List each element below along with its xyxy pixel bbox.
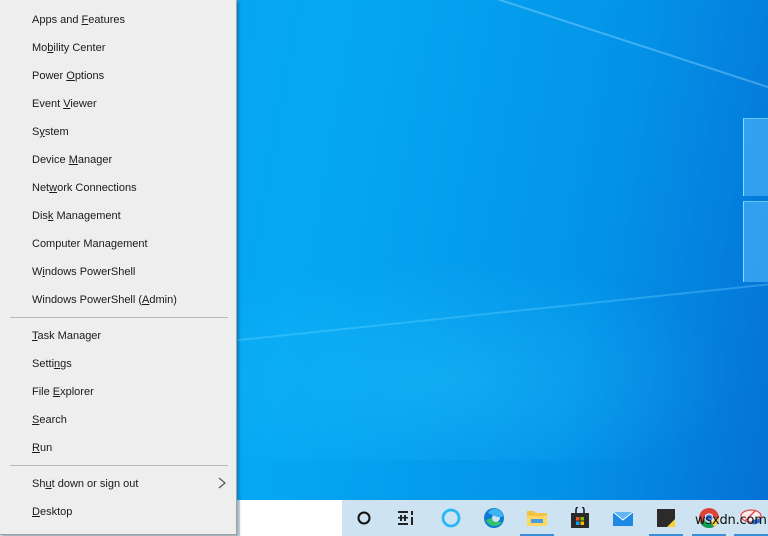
menu-separator xyxy=(10,465,228,466)
menu-item-label: Desktop xyxy=(32,506,73,518)
cortana-circle-icon[interactable] xyxy=(343,500,385,536)
menu-item-label: Settings xyxy=(32,358,72,370)
menu-item-system[interactable]: System xyxy=(0,118,236,146)
sticky-notes-icon[interactable] xyxy=(645,500,687,536)
menu-item-label: Disk Management xyxy=(32,210,121,222)
wallpaper-light-beam xyxy=(379,0,768,179)
menu-item-power-options[interactable]: Power Options xyxy=(0,62,236,90)
menu-item-label: Computer Management xyxy=(32,238,148,250)
windows-logo-pane xyxy=(743,118,768,196)
menu-item-label: Windows PowerShell xyxy=(32,266,136,278)
menu-item-label: Run xyxy=(32,442,53,454)
power-user-context-menu: Apps and Features Mobility Center Power Op… xyxy=(0,0,237,535)
menu-item-computer-management[interactable]: Computer Management xyxy=(0,230,236,258)
menu-item-device-manager[interactable]: Device Manager xyxy=(0,146,236,174)
menu-item-label: Power Options xyxy=(32,70,105,82)
menu-item-label: Network Connections xyxy=(32,182,137,194)
menu-item-label: Device Manager xyxy=(32,154,113,166)
menu-item-file-explorer[interactable]: File Explorer xyxy=(0,378,236,406)
file-explorer-icon[interactable] xyxy=(516,500,558,536)
wallpaper-glow xyxy=(240,260,740,460)
taskbar-search-box[interactable] xyxy=(240,500,342,536)
menu-item-task-manager[interactable]: Task Manager xyxy=(0,322,236,350)
menu-item-label: Shut down or sign out xyxy=(32,478,139,490)
microsoft-store-icon[interactable] xyxy=(559,500,601,536)
edge-icon[interactable] xyxy=(473,500,515,536)
menu-item-label: Task Manager xyxy=(32,330,102,342)
mail-icon[interactable] xyxy=(602,500,644,536)
windows-logo-wallpaper xyxy=(743,115,768,285)
windows-logo-pane xyxy=(743,201,768,282)
menu-item-apps-and-features[interactable]: Apps and Features xyxy=(0,6,236,34)
task-view-icon[interactable] xyxy=(385,500,427,536)
menu-item-disk-management[interactable]: Disk Management xyxy=(0,202,236,230)
menu-item-label: Event Viewer xyxy=(32,98,97,110)
menu-item-search[interactable]: Search xyxy=(0,406,236,434)
menu-item-label: Windows PowerShell (Admin) xyxy=(32,294,177,306)
chevron-right-icon xyxy=(216,476,228,490)
menu-item-settings[interactable]: Settings xyxy=(0,350,236,378)
menu-item-label: Mobility Center xyxy=(32,42,106,54)
cortana-app-icon[interactable] xyxy=(430,500,472,536)
menu-item-label: System xyxy=(32,126,69,138)
menu-item-network-connections[interactable]: Network Connections xyxy=(0,174,236,202)
menu-item-run[interactable]: Run xyxy=(0,434,236,462)
menu-item-mobility-center[interactable]: Mobility Center xyxy=(0,34,236,62)
menu-item-label: Search xyxy=(32,414,67,426)
menu-item-desktop[interactable]: Desktop xyxy=(0,498,236,526)
menu-item-label: Apps and Features xyxy=(32,14,125,26)
menu-item-event-viewer[interactable]: Event Viewer xyxy=(0,90,236,118)
menu-item-shut-down-or-sign-out[interactable]: Shut down or sign out xyxy=(0,470,236,498)
menu-item-windows-powershell[interactable]: Windows PowerShell xyxy=(0,258,236,286)
menu-item-windows-powershell-admin[interactable]: Windows PowerShell (Admin) xyxy=(0,286,236,314)
watermark-text: wsxdn.com xyxy=(695,513,767,528)
menu-separator xyxy=(10,317,228,318)
menu-item-label: File Explorer xyxy=(32,386,94,398)
